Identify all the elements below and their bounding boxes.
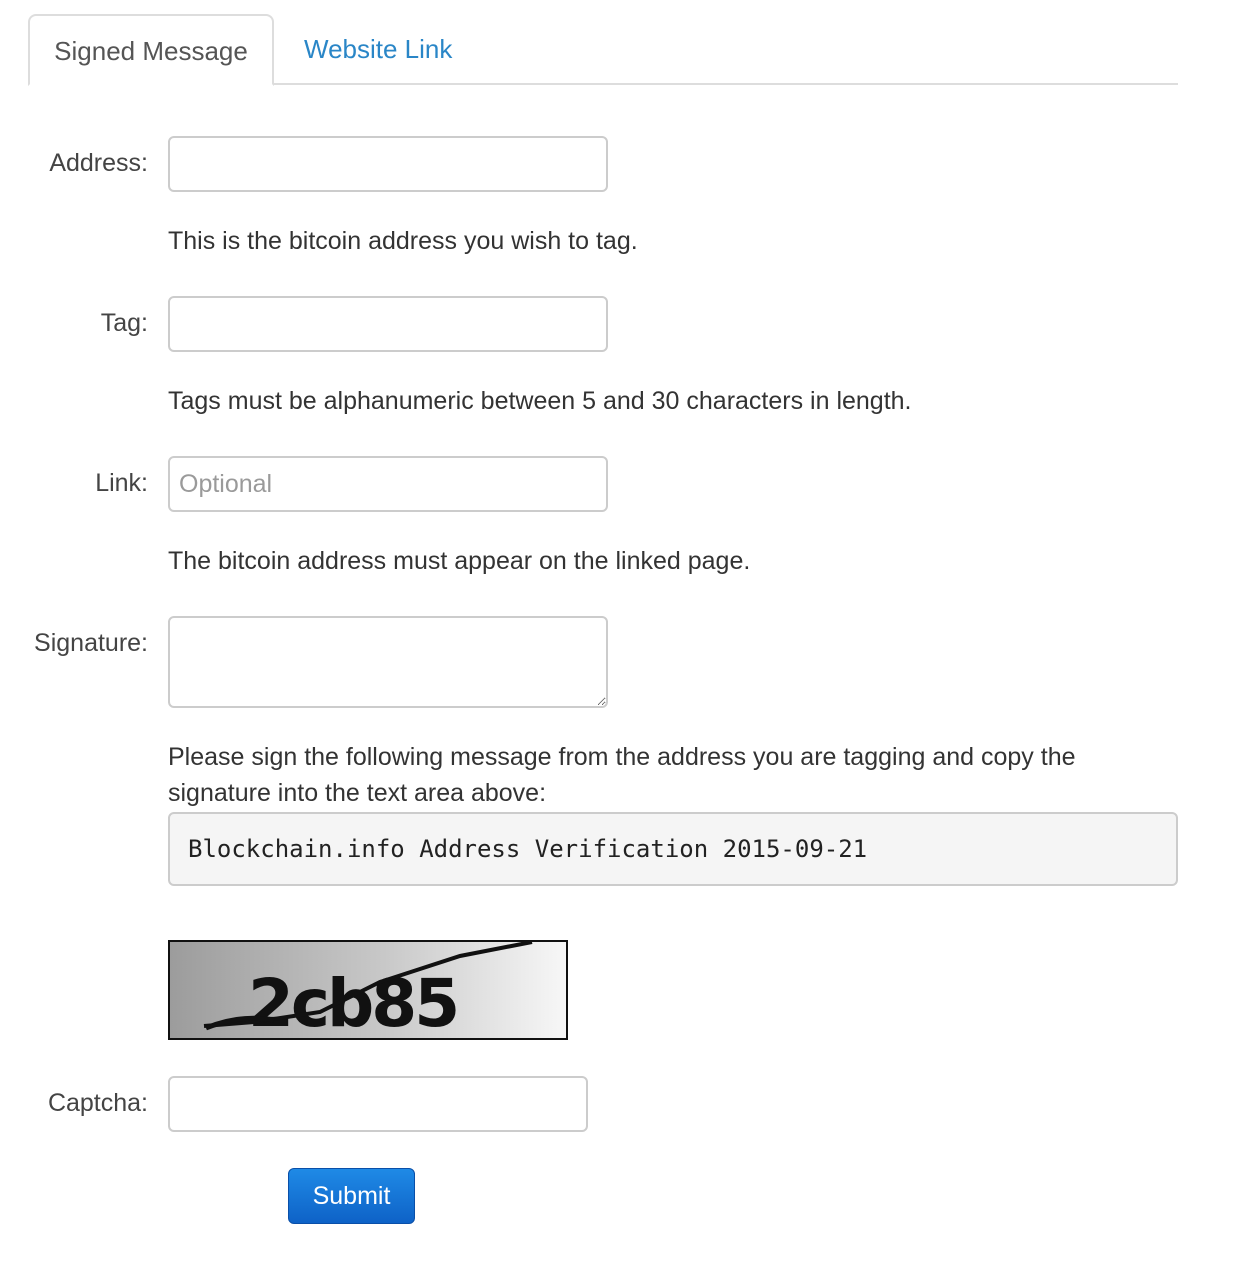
address-label: Address:	[49, 149, 148, 177]
signature-label: Signature:	[34, 629, 148, 657]
tag-label: Tag:	[100, 309, 148, 337]
address-help-text: This is the bitcoin address you wish to …	[168, 227, 638, 255]
tab-website-link[interactable]: Website Link	[304, 14, 452, 86]
tab-signed-message[interactable]: Signed Message	[28, 14, 274, 86]
tag-help-text: Tags must be alphanumeric between 5 and …	[168, 387, 912, 415]
captcha-input[interactable]	[168, 1076, 588, 1132]
captcha-glyphs: 2cb85	[248, 965, 457, 1038]
address-input[interactable]	[168, 136, 608, 192]
captcha-graphic: 2cb85	[170, 942, 566, 1038]
signature-help-text: Please sign the following message from t…	[168, 743, 1076, 807]
link-input[interactable]	[168, 456, 608, 512]
link-help-text: The bitcoin address must appear on the l…	[168, 547, 751, 575]
captcha-image: 2cb85	[168, 940, 568, 1040]
verification-message: Blockchain.info Address Verification 201…	[168, 812, 1178, 886]
signature-textarea[interactable]	[168, 616, 608, 708]
tag-input[interactable]	[168, 296, 608, 352]
link-label: Link:	[95, 469, 148, 497]
submit-button[interactable]: Submit	[288, 1168, 415, 1224]
tab-bar: Signed Message Website Link	[28, 14, 1178, 86]
captcha-label: Captcha:	[47, 1089, 148, 1117]
